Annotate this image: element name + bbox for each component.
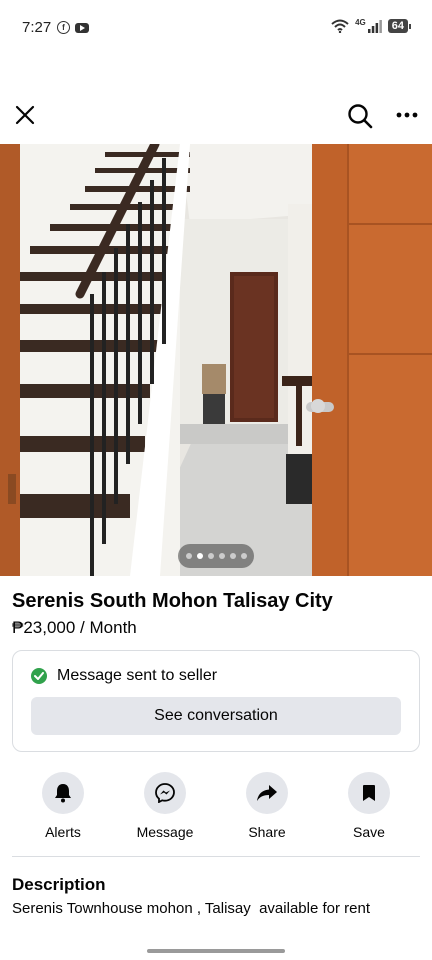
share-circle[interactable]: [246, 772, 288, 814]
message-status-text: Message sent to seller: [57, 667, 218, 684]
alerts-circle[interactable]: [42, 772, 84, 814]
alerts-label: Alerts: [45, 824, 81, 840]
description-heading: Description: [12, 875, 106, 894]
alerts-button[interactable]: Alerts: [18, 772, 108, 840]
network-type: 4G: [355, 17, 366, 27]
battery-indicator: 64: [387, 19, 412, 33]
listing-title: Serenis South Mohon Talisay City: [12, 590, 333, 612]
share-label: Share: [248, 824, 286, 840]
bell-icon: [55, 784, 71, 803]
more-icon: [396, 112, 418, 118]
message-circle[interactable]: [144, 772, 186, 814]
message-sent-card: Message sent to seller See conversation: [12, 650, 420, 752]
interior-photo-illustration: [0, 144, 432, 576]
status-time: 7:27: [22, 19, 52, 36]
signal-icon: [367, 19, 382, 33]
status-indicators: 4G 64: [331, 17, 412, 33]
save-label: Save: [353, 824, 385, 840]
notification-icons: f: [57, 21, 89, 34]
share-icon: [257, 785, 277, 801]
bookmark-icon: [363, 785, 375, 801]
youtube-icon: [75, 22, 89, 33]
close-button[interactable]: [10, 100, 40, 130]
carousel-dot: [240, 553, 247, 559]
search-icon: [348, 104, 373, 129]
listing-price: ₱23,000 / Month: [12, 618, 137, 637]
see-conversation-button[interactable]: See conversation: [31, 697, 401, 735]
carousel-dot: [207, 553, 214, 559]
save-button[interactable]: Save: [324, 772, 414, 840]
photo-carousel-indicator: [178, 544, 254, 568]
home-indicator[interactable]: [147, 949, 285, 953]
share-button[interactable]: Share: [222, 772, 312, 840]
message-status: Message sent to seller: [31, 667, 217, 685]
carousel-dot: [185, 553, 192, 559]
listing-top-bar: [0, 96, 432, 136]
message-label: Message: [136, 824, 194, 840]
save-circle[interactable]: [348, 772, 390, 814]
more-options-button[interactable]: [392, 100, 422, 130]
listing-photo[interactable]: [0, 144, 432, 576]
section-divider: [12, 856, 420, 857]
description-text: Serenis Townhouse mohon , Talisay availa…: [12, 900, 370, 917]
check-circle-icon: [31, 668, 47, 684]
search-button[interactable]: [344, 100, 376, 132]
messenger-icon: [155, 783, 175, 803]
action-bar: Alerts Message Share Save: [0, 772, 432, 842]
wifi-icon: [331, 19, 349, 33]
carousel-dot-active: [196, 553, 203, 559]
close-icon: [15, 105, 35, 125]
carousel-dot: [229, 553, 236, 559]
facebook-icon: f: [57, 21, 70, 34]
status-bar: 7:27 f 4G 64: [0, 0, 432, 56]
message-button[interactable]: Message: [120, 772, 210, 840]
carousel-dot: [218, 553, 225, 559]
